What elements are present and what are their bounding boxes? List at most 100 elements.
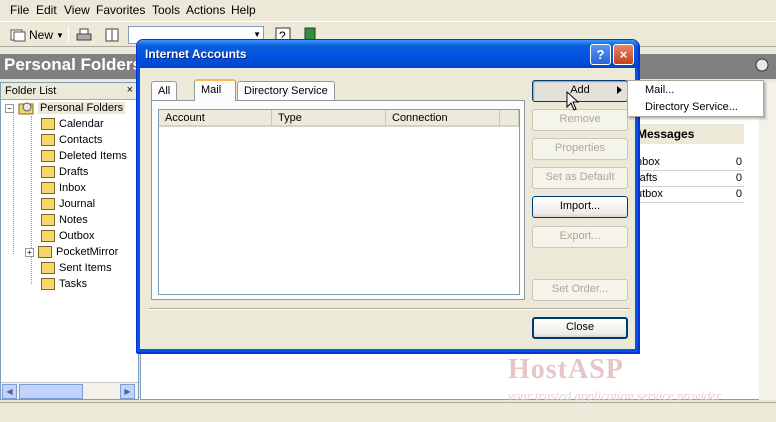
vertical-scrollbar[interactable]	[759, 82, 776, 400]
new-item-icon	[10, 29, 26, 42]
tree-item-label: Drafts	[59, 166, 89, 178]
column-header-connection[interactable]: Connection	[386, 110, 500, 127]
expand-icon[interactable]: +	[25, 247, 34, 257]
scrollbar-thumb[interactable]	[19, 384, 83, 399]
messages-row-count: 0	[735, 172, 742, 184]
chevron-down-icon: ▼	[253, 30, 261, 39]
close-icon[interactable]: ×	[127, 84, 133, 96]
folder-list-header: Folder List ×	[1, 83, 138, 100]
printer-icon	[76, 28, 92, 41]
outlook-today-icon	[18, 102, 34, 115]
status-bar	[0, 402, 776, 422]
tree-item-label: Outbox	[59, 230, 95, 242]
tree-item-outbox[interactable]: Outbox	[41, 228, 94, 244]
set-as-default-button[interactable]: Set as Default	[532, 167, 628, 189]
dialog-divider	[149, 308, 630, 310]
messages-row-inbox[interactable]: nbox 0	[628, 155, 744, 171]
tree-item-label: Deleted Items	[59, 150, 127, 162]
tree-item-label: Calendar	[59, 118, 104, 130]
new-button[interactable]: New ▼	[10, 25, 64, 45]
tree-item-label: Personal Folders	[38, 102, 126, 114]
tree-item-label: Sent Items	[59, 262, 112, 274]
column-header-filler	[500, 110, 519, 127]
menu-actions[interactable]: Actions	[186, 3, 225, 17]
messages-row-name: rafts	[636, 172, 658, 184]
tasks-icon	[41, 278, 55, 290]
folder-icon	[38, 246, 52, 258]
column-header-type[interactable]: Type	[272, 110, 386, 127]
tab-mail[interactable]: Mail	[194, 79, 236, 101]
messages-row-drafts[interactable]: rafts 0	[628, 171, 744, 187]
submenu-item-mail[interactable]: Mail...	[645, 84, 674, 96]
tree-connector	[13, 112, 14, 254]
chevron-down-icon: ▼	[56, 30, 64, 40]
internet-accounts-dialog: Internet Accounts ? × All Mail Directory…	[136, 39, 639, 353]
menu-favorites[interactable]: Favorites	[96, 3, 145, 17]
close-button[interactable]: Close	[532, 317, 628, 339]
menu-file[interactable]: File	[10, 3, 29, 17]
tree-item-root[interactable]: − Personal Folders	[5, 100, 126, 116]
properties-button[interactable]: Properties	[532, 138, 628, 160]
folder-banner-title: Personal Folders	[4, 55, 142, 74]
print-button[interactable]	[76, 25, 92, 45]
dialog-frame	[137, 68, 140, 352]
tree-item-sent-items[interactable]: Sent Items	[41, 260, 112, 276]
messages-row-count: 0	[735, 188, 742, 200]
trash-icon	[41, 150, 55, 162]
address-book-icon	[105, 28, 119, 42]
messages-title: Messages	[637, 127, 695, 141]
menu-edit[interactable]: Edit	[36, 3, 57, 17]
tree-item-contacts[interactable]: Contacts	[41, 132, 102, 148]
submenu-item-directory-service[interactable]: Directory Service...	[645, 101, 738, 113]
dialog-frame	[137, 349, 638, 352]
messages-row-name: utbox	[636, 188, 663, 200]
chevron-right-icon	[617, 86, 622, 94]
notes-icon	[41, 214, 55, 226]
watermark-title: HostASP	[508, 354, 624, 385]
import-button[interactable]: Import...	[532, 196, 628, 218]
accounts-list[interactable]: Account Type Connection	[158, 109, 520, 295]
drafts-icon	[41, 166, 55, 178]
tree-item-pocketmirror[interactable]: + PocketMirror	[25, 244, 118, 260]
add-button[interactable]: Add	[532, 80, 628, 102]
remove-button[interactable]: Remove	[532, 109, 628, 131]
scroll-left-icon[interactable]: ◀	[2, 384, 17, 399]
tree-item-calendar[interactable]: Calendar	[41, 116, 104, 132]
inbox-icon	[41, 182, 55, 194]
folder-list-hscrollbar[interactable]: ◀ ▶	[1, 382, 138, 399]
tree-item-notes[interactable]: Notes	[41, 212, 88, 228]
outbox-icon	[41, 230, 55, 242]
messages-row-count: 0	[735, 156, 742, 168]
mouse-pointer-icon	[566, 90, 580, 114]
folder-banner-icon	[754, 57, 770, 76]
set-order-button[interactable]: Set Order...	[532, 279, 628, 301]
menu-tools[interactable]: Tools	[152, 3, 180, 17]
tree-item-deleted-items[interactable]: Deleted Items	[41, 148, 127, 164]
help-icon[interactable]: ?	[590, 44, 611, 65]
tab-all[interactable]: All	[151, 81, 178, 101]
tree-item-inbox[interactable]: Inbox	[41, 180, 86, 196]
tab-directory-service[interactable]: Directory Service	[237, 81, 335, 101]
export-button[interactable]: Export...	[532, 226, 628, 248]
menu-view[interactable]: View	[64, 3, 90, 17]
menu-help[interactable]: Help	[231, 3, 256, 17]
collapse-icon[interactable]: −	[5, 103, 14, 113]
folder-list-title: Folder List	[5, 85, 57, 97]
column-header-account[interactable]: Account	[159, 110, 272, 127]
new-button-label: New	[29, 28, 54, 42]
messages-row-outbox[interactable]: utbox 0	[628, 187, 744, 203]
tree-item-drafts[interactable]: Drafts	[41, 164, 88, 180]
toolbar-separator	[68, 26, 69, 44]
tree-item-label: Contacts	[59, 134, 103, 146]
address-book-button[interactable]	[104, 25, 120, 45]
messages-row-name: nbox	[636, 156, 660, 168]
tree-item-journal[interactable]: Journal	[41, 196, 95, 212]
journal-icon	[41, 198, 55, 210]
tree-item-label: Journal	[59, 198, 96, 210]
dialog-titlebar[interactable]: Internet Accounts ? ×	[137, 40, 638, 68]
tree-item-tasks[interactable]: Tasks	[41, 276, 87, 292]
dialog-title: Internet Accounts	[145, 47, 247, 61]
close-icon[interactable]: ×	[613, 44, 634, 65]
calendar-icon	[41, 118, 55, 130]
scroll-right-icon[interactable]: ▶	[120, 384, 135, 399]
